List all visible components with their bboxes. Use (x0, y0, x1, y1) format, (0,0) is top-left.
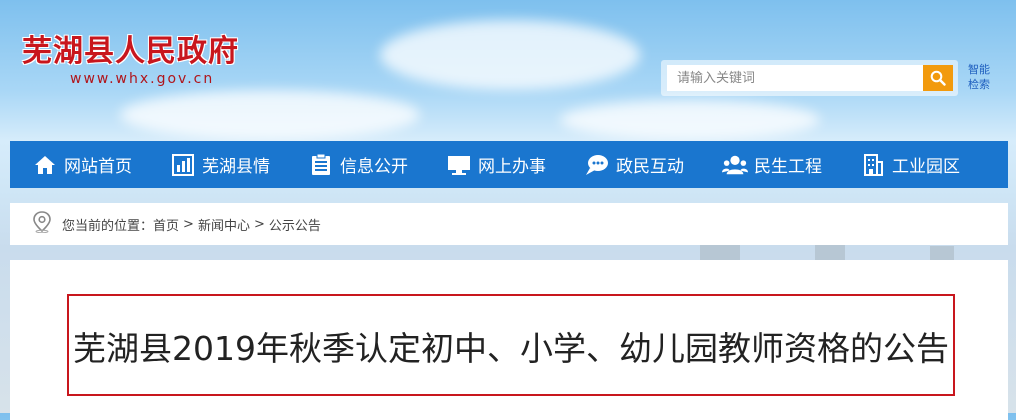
breadcrumb-home[interactable]: 首页 (153, 215, 179, 234)
background-cloud (380, 20, 640, 90)
main-nav: 网站首页 芜湖县情 信息公开 网上办事 政民互动 民生工程 工业园区 (10, 141, 1008, 188)
building-icon (860, 152, 886, 178)
nav-item-label: 民生工程 (754, 157, 822, 177)
monitor-icon (446, 152, 472, 178)
breadcrumb-separator: > (183, 216, 194, 232)
list-icon (308, 152, 334, 178)
location-pin-icon (32, 211, 52, 237)
nav-item-livelihood[interactable]: 民生工程 (722, 141, 822, 188)
background-building (815, 243, 845, 260)
nav-item-label: 芜湖县情 (202, 157, 270, 177)
breadcrumb-prefix: 您当前的位置： (62, 218, 154, 234)
breadcrumb: 您当前的位置： 首页 > 新闻中心 > 公示公告 (10, 203, 1008, 245)
smart-search-label-1: 智能 (968, 63, 990, 76)
nav-item-label: 信息公开 (340, 157, 408, 177)
breadcrumb-news-center[interactable]: 新闻中心 (198, 215, 250, 234)
nav-item-label: 工业园区 (892, 157, 960, 177)
smart-search-label-2: 检索 (968, 78, 990, 91)
background-cloud (560, 100, 820, 140)
nav-item-label: 网站首页 (64, 157, 132, 177)
breadcrumb-announcements[interactable]: 公示公告 (269, 215, 321, 234)
background-building (930, 246, 954, 260)
breadcrumb-separator: > (253, 216, 265, 232)
background-cloud (120, 90, 420, 140)
search-input[interactable] (667, 65, 923, 91)
site-logo[interactable]: 芜湖县人民政府 www.whx.gov.cn (22, 34, 239, 88)
nav-item-industrial-park[interactable]: 工业园区 (860, 141, 960, 188)
article-title-box: 芜湖县2019年秋季认定初中、小学、幼儿园教师资格的公告 (67, 294, 955, 396)
site-url: www.whx.gov.cn (70, 71, 215, 87)
article-title: 芜湖县2019年秋季认定初中、小学、幼儿园教师资格的公告 (73, 329, 949, 368)
nav-item-home[interactable]: 网站首页 (32, 141, 132, 188)
search-button[interactable] (923, 65, 953, 91)
search-icon (930, 70, 946, 86)
nav-item-label: 政民互动 (616, 157, 684, 177)
people-icon (722, 152, 748, 178)
nav-item-info-disclosure[interactable]: 信息公开 (308, 141, 408, 188)
nav-item-interaction[interactable]: 政民互动 (584, 141, 684, 188)
background-building (700, 245, 740, 260)
nav-item-label: 网上办事 (478, 157, 546, 177)
home-icon (32, 152, 58, 178)
chat-icon (584, 152, 610, 178)
chart-icon (170, 152, 196, 178)
smart-search-link[interactable]: 智能 检索 (963, 62, 995, 92)
nav-item-county-info[interactable]: 芜湖县情 (170, 141, 270, 188)
article-content: 芜湖县2019年秋季认定初中、小学、幼儿园教师资格的公告 (10, 260, 1008, 420)
search-bar (661, 60, 958, 96)
nav-item-online-services[interactable]: 网上办事 (446, 141, 546, 188)
site-title: 芜湖县人民政府 (22, 34, 239, 69)
